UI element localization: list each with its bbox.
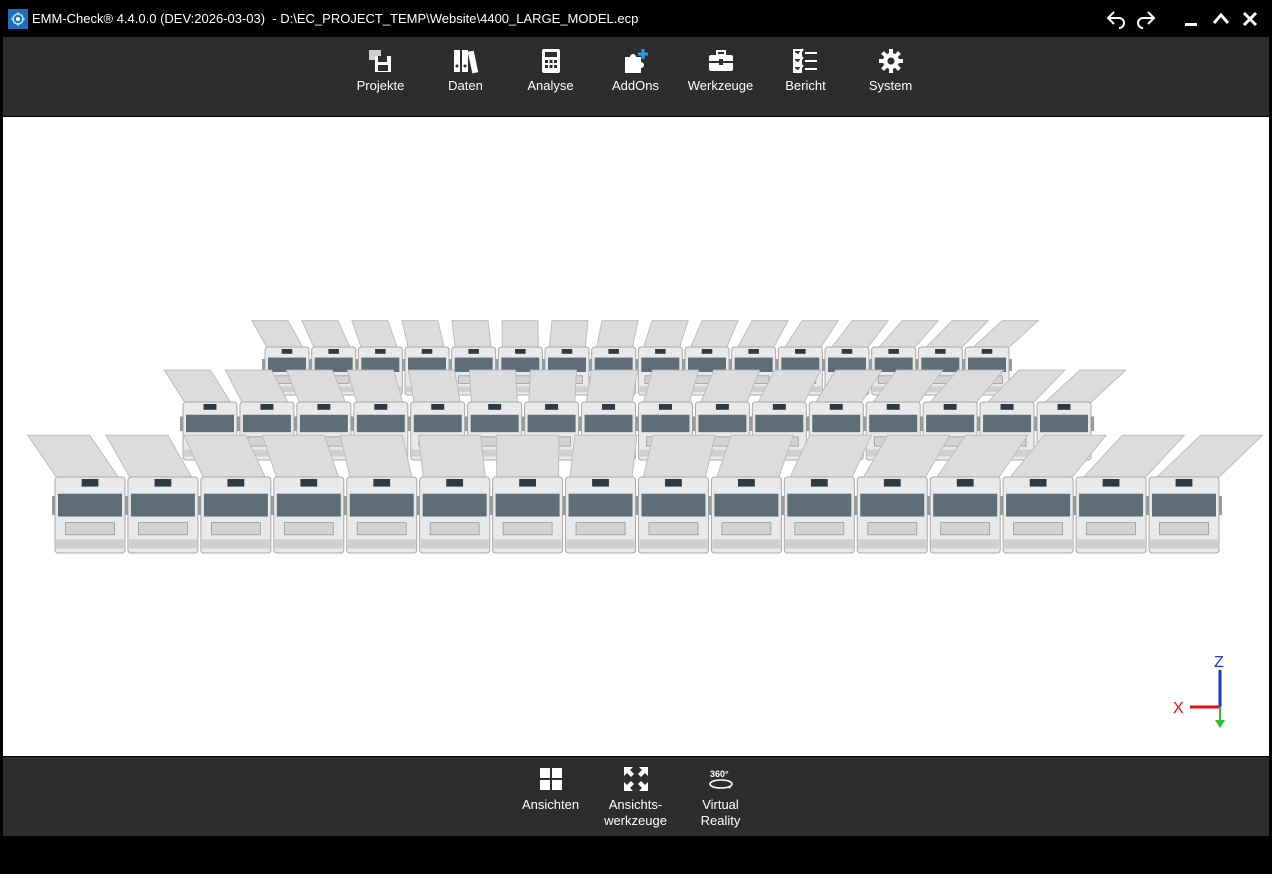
calculator-icon — [541, 49, 560, 73]
bottom-label: Ansichts- werkzeuge — [604, 797, 667, 828]
redo-button[interactable] — [1133, 6, 1159, 32]
truck — [416, 434, 493, 554]
toolbar-addons[interactable]: AddOns — [593, 47, 678, 93]
vr-360-icon: 360° — [708, 769, 733, 789]
bottom-virtual-reality[interactable]: 360° Virtual Reality — [678, 765, 763, 829]
close-icon — [1242, 11, 1258, 27]
toolbar-label: System — [868, 78, 913, 93]
toolbar-projekte[interactable]: Projekte — [338, 47, 423, 93]
bottom-ansichten[interactable]: Ansichten — [508, 765, 593, 813]
svg-text:360°: 360° — [710, 769, 729, 779]
toolbar-system[interactable]: System — [848, 47, 933, 93]
redo-icon — [1137, 11, 1156, 29]
grid-views-icon — [539, 768, 562, 790]
3d-viewport[interactable]: Z X — [3, 117, 1269, 756]
axis-x-label: X — [1173, 700, 1184, 717]
view-toolbar: Ansichten Ansichts- werkzeuge 360° Virtu… — [3, 757, 1269, 836]
binders-icon — [453, 50, 478, 74]
toolbar-label: AddOns — [612, 78, 659, 93]
toolbar-label: Daten — [448, 78, 483, 93]
toolbox-icon — [708, 50, 733, 71]
truck-model-scene — [26, 320, 1264, 554]
axis-z-label: Z — [1214, 654, 1224, 671]
title-bar: EMM-Check® 4.4.0.0 (DEV:2026-03-03) - D:… — [0, 0, 1272, 37]
app-logo-icon — [8, 9, 28, 29]
minimize-icon — [1185, 23, 1197, 26]
minimize-button[interactable] — [1178, 6, 1204, 32]
bottom-ansichtswerkzeuge[interactable]: Ansichts- werkzeuge — [593, 765, 678, 829]
checklist-icon — [792, 48, 817, 74]
toolbar-label: Projekte — [356, 78, 405, 93]
maximize-button[interactable] — [1208, 6, 1234, 32]
toolbar-analyse[interactable]: Analyse — [508, 47, 593, 93]
bottom-label: Virtual Reality — [700, 797, 741, 828]
window-title: EMM-Check® 4.4.0.0 (DEV:2026-03-03) - D:… — [32, 11, 639, 26]
projects-icon — [368, 50, 391, 72]
toolbar-bericht[interactable]: Bericht — [763, 47, 848, 93]
toolbar-label: Analyse — [527, 78, 574, 93]
undo-button[interactable] — [1103, 6, 1129, 32]
truck — [26, 434, 128, 554]
close-button[interactable] — [1237, 6, 1263, 32]
main-toolbar: Projekte Daten Analyse AddOns Werkzeuge … — [3, 37, 1269, 116]
toolbar-daten[interactable]: Daten — [423, 47, 508, 93]
truck — [562, 434, 639, 554]
axis-gizmo: Z X — [1173, 654, 1225, 728]
puzzle-plus-icon — [624, 49, 648, 73]
gear-icon — [878, 49, 903, 73]
truck — [489, 434, 566, 554]
expand-icon — [623, 767, 648, 791]
undo-icon — [1106, 11, 1125, 29]
toolbar-werkzeuge[interactable]: Werkzeuge — [678, 47, 763, 93]
toolbar-label: Werkzeuge — [687, 78, 754, 93]
bottom-label: Ansichten — [521, 797, 580, 812]
maximize-icon — [1212, 12, 1230, 24]
toolbar-label: Bericht — [785, 78, 826, 93]
